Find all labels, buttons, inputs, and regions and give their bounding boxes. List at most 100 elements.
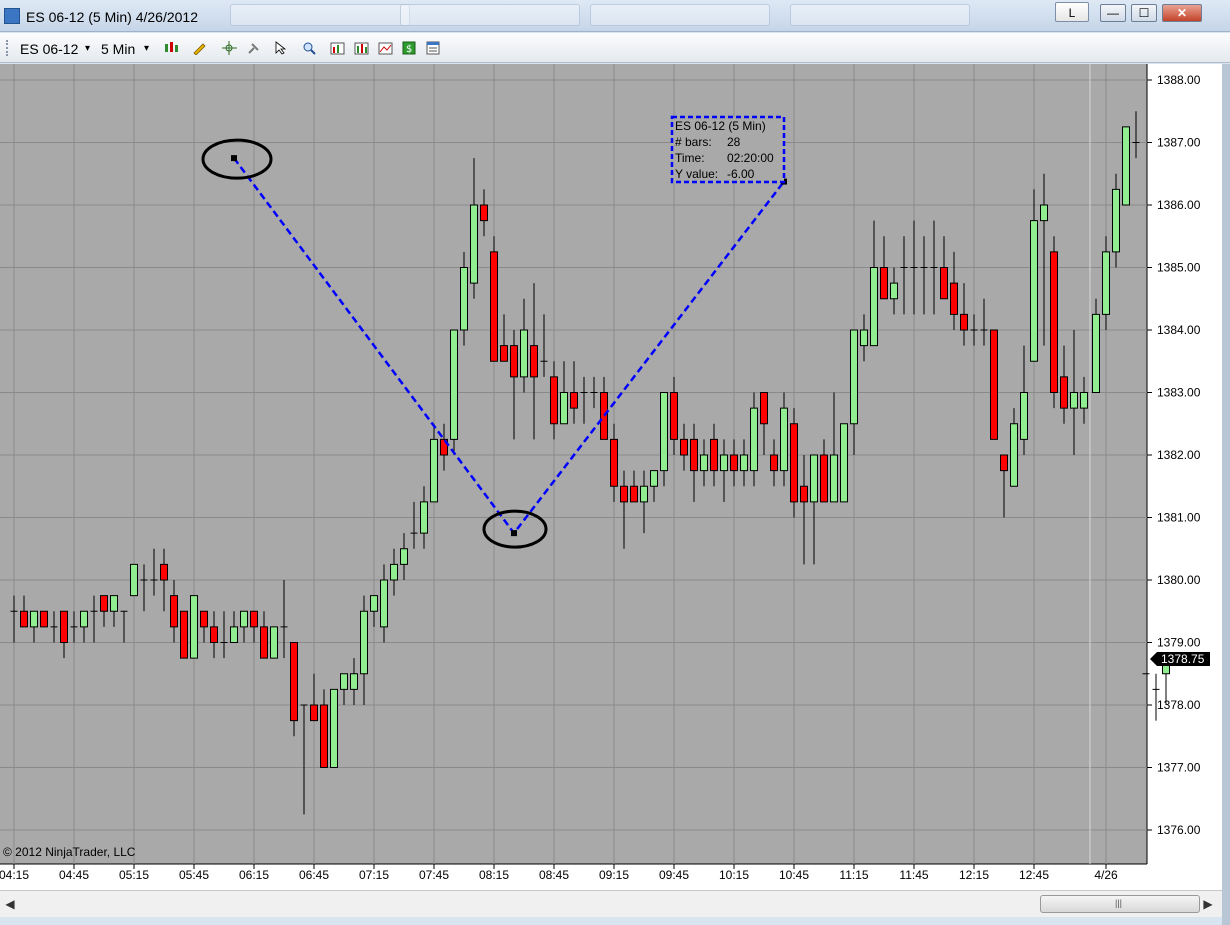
dollar-icon[interactable]: $ xyxy=(402,41,417,55)
candle-body xyxy=(420,501,428,534)
background-tab[interactable] xyxy=(790,4,970,26)
scroll-thumb[interactable]: ||| xyxy=(1040,895,1200,913)
candle-body xyxy=(770,454,778,472)
chevron-down-icon[interactable]: ▾ xyxy=(85,43,90,54)
indicators-icon[interactable] xyxy=(330,41,345,55)
candle-body xyxy=(1092,313,1100,393)
chart-style-icon[interactable] xyxy=(378,41,393,55)
grip-icon: ||| xyxy=(1115,898,1123,908)
y-tick-label: 1382.00 xyxy=(1157,448,1201,462)
candle-body xyxy=(670,392,678,440)
ruler-info-label: Time: xyxy=(675,151,705,165)
candle-body xyxy=(740,454,748,472)
candle-body xyxy=(560,392,568,425)
candle-body xyxy=(530,345,538,378)
app-icon xyxy=(4,8,20,24)
pointer-icon[interactable] xyxy=(274,41,289,55)
candle-body xyxy=(820,454,828,503)
candle-body xyxy=(480,204,488,222)
lock-button[interactable]: L xyxy=(1055,2,1089,22)
x-tick-label: 10:15 xyxy=(719,868,749,882)
candle-body xyxy=(290,642,298,722)
background-tab[interactable] xyxy=(230,4,410,26)
y-tick-label: 1385.00 xyxy=(1157,261,1201,275)
candle-body xyxy=(950,282,958,315)
candle-body xyxy=(650,470,658,487)
candle-body xyxy=(890,282,898,300)
background-tab[interactable] xyxy=(400,4,580,26)
candle-body xyxy=(470,204,478,284)
crosshair-icon[interactable] xyxy=(222,41,237,55)
pencil-icon[interactable] xyxy=(192,41,207,56)
candle-body xyxy=(790,423,798,503)
candle-body xyxy=(850,329,858,425)
x-tick-label: 08:45 xyxy=(539,868,569,882)
scroll-left-arrow[interactable]: ◀ xyxy=(2,895,18,913)
candlestick-icon[interactable] xyxy=(164,41,179,55)
candle-body xyxy=(310,704,318,722)
chart-panel[interactable]: ES 06-12 (5 Min) # bars: 28 Time: 02:20:00 Y … xyxy=(0,64,1222,924)
maximize-button[interactable]: ☐ xyxy=(1131,4,1157,22)
x-tick-label: 12:15 xyxy=(959,868,989,882)
candle-body xyxy=(30,610,38,628)
minimize-button[interactable]: — xyxy=(1100,4,1126,22)
toolbar-grip xyxy=(6,40,11,56)
candle-body xyxy=(730,454,738,472)
ruler-info-value: 28 xyxy=(727,135,741,149)
candle-body xyxy=(170,595,178,628)
candle-body xyxy=(620,485,628,503)
candle-body xyxy=(1060,376,1068,409)
window-title: ES 06-12 (5 Min) 4/26/2012 xyxy=(26,9,198,25)
x-tick-label: 11:45 xyxy=(899,868,928,882)
x-tick-label: 05:45 xyxy=(179,868,209,882)
price-chart[interactable]: ES 06-12 (5 Min) # bars: 28 Time: 02:20:00 Y … xyxy=(0,64,1222,890)
background-tab[interactable] xyxy=(590,4,770,26)
last-price-marker: 1378.75 xyxy=(1150,652,1210,666)
candle-body xyxy=(1040,204,1048,222)
candle-body xyxy=(60,610,68,643)
interval-selector[interactable]: 5 Min xyxy=(101,41,135,57)
y-tick-label: 1386.00 xyxy=(1157,198,1201,212)
scroll-right-arrow[interactable]: ▶ xyxy=(1200,895,1216,913)
ruler-handle xyxy=(511,530,517,537)
candle-body xyxy=(500,345,508,362)
candle-body xyxy=(780,407,788,472)
x-tick-label: 04:15 xyxy=(0,868,29,882)
candle-body xyxy=(210,626,218,643)
candle-body xyxy=(630,485,638,503)
candle-body xyxy=(1030,220,1038,362)
zoom-icon[interactable] xyxy=(302,41,317,55)
instrument-selector[interactable]: ES 06-12 xyxy=(20,41,78,57)
candle-body xyxy=(40,610,48,628)
chevron-down-icon[interactable]: ▾ xyxy=(144,43,149,54)
y-tick-label: 1379.00 xyxy=(1157,636,1201,650)
properties-icon[interactable] xyxy=(426,41,441,55)
horizontal-scrollbar[interactable]: ◀ ||| ▶ xyxy=(0,890,1222,917)
candle-body xyxy=(450,329,458,440)
close-button[interactable]: ✕ xyxy=(1162,4,1202,22)
x-tick-label: 07:15 xyxy=(359,868,389,882)
candle-body xyxy=(1010,423,1018,487)
candle-body xyxy=(810,454,818,503)
candle-body xyxy=(690,438,698,472)
x-tick-label: 06:45 xyxy=(299,868,329,882)
candle-body xyxy=(880,267,888,300)
candle-body xyxy=(1080,392,1088,409)
pin-icon[interactable] xyxy=(246,41,261,55)
candle-body xyxy=(1112,188,1120,253)
x-tick-label: 11:15 xyxy=(839,868,868,882)
candle-body xyxy=(20,610,28,628)
candle-body xyxy=(230,626,238,643)
candle-body xyxy=(840,423,848,503)
candle-body xyxy=(250,610,258,628)
plot-area[interactable] xyxy=(0,64,1147,864)
copyright-text: © 2012 NinjaTrader, LLC xyxy=(3,845,136,859)
y-tick-label: 1376.00 xyxy=(1157,823,1201,837)
candle-body xyxy=(1102,251,1110,315)
candle-body xyxy=(1000,454,1008,472)
price-axis[interactable] xyxy=(1147,64,1222,864)
strategies-icon[interactable] xyxy=(354,41,369,55)
y-tick-label: 1384.00 xyxy=(1157,323,1201,337)
candle-body xyxy=(1122,126,1130,206)
candle-body xyxy=(680,438,688,456)
